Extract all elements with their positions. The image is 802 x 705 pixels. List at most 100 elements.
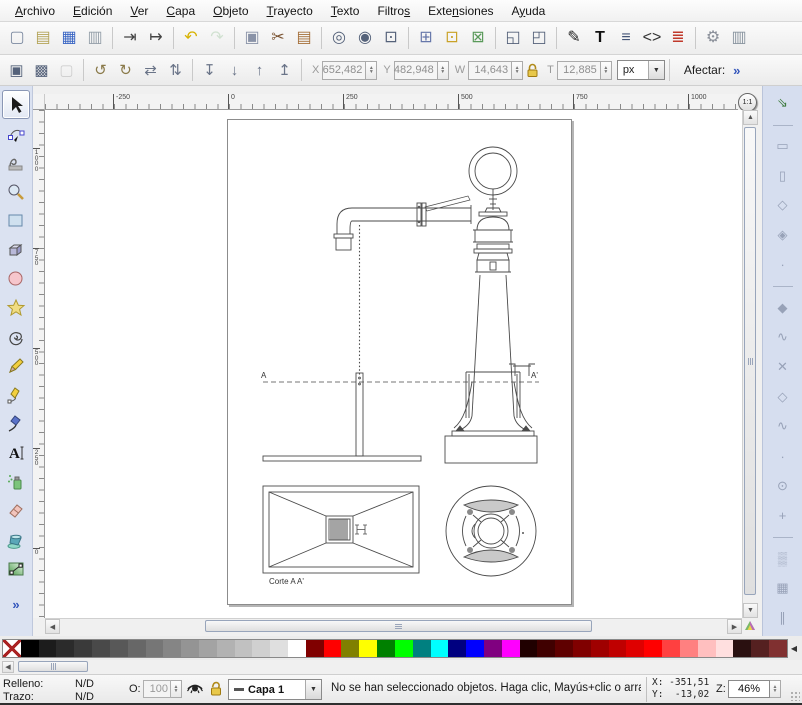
- color-management-toggle-icon[interactable]: [742, 618, 757, 633]
- scroll-down-icon[interactable]: ▼: [743, 603, 758, 618]
- zoom-drawing-icon[interactable]: ◉: [352, 25, 378, 51]
- snap-bbox-centers-icon[interactable]: ∙: [771, 254, 795, 277]
- resize-grip[interactable]: [790, 691, 800, 701]
- rectangle-tool[interactable]: [2, 206, 30, 235]
- snap-grid-icon[interactable]: ▦: [771, 577, 795, 600]
- export-icon[interactable]: ↦: [143, 25, 169, 51]
- color-swatch[interactable]: [217, 640, 235, 657]
- flip-horizontal-icon[interactable]: ⇄: [138, 58, 163, 82]
- menu-extensiones[interactable]: Extensiones: [419, 1, 502, 21]
- color-swatch[interactable]: [288, 640, 306, 657]
- snap-rotation-centers-icon[interactable]: +: [771, 504, 795, 527]
- scroll-right-icon[interactable]: ▶: [727, 619, 742, 634]
- undo-icon[interactable]: ↶: [178, 25, 204, 51]
- snap-object-centers-icon[interactable]: ⊙: [771, 475, 795, 498]
- color-swatch[interactable]: [199, 640, 217, 657]
- spiral-tool[interactable]: [2, 322, 30, 351]
- color-swatch[interactable]: [555, 640, 573, 657]
- color-swatch[interactable]: [751, 640, 769, 657]
- rotate-cw-icon[interactable]: ↻: [113, 58, 138, 82]
- eraser-tool[interactable]: [2, 496, 30, 525]
- palette-scrollbar-thumb[interactable]: [18, 661, 88, 672]
- snap-midpoints-icon[interactable]: ∙: [771, 445, 795, 468]
- raise-one-step-icon[interactable]: ↑: [247, 58, 272, 82]
- canvas[interactable]: A A' Corte A A': [45, 110, 742, 618]
- select-all-layers-icon[interactable]: ▩: [29, 58, 54, 82]
- color-swatch[interactable]: [163, 640, 181, 657]
- menu-objeto[interactable]: Objeto: [204, 1, 257, 21]
- zoom-tool[interactable]: [2, 177, 30, 206]
- new-document-icon[interactable]: ▢: [4, 25, 30, 51]
- fill-value[interactable]: N/D: [75, 678, 94, 690]
- toolbox-more-chevron[interactable]: »: [12, 597, 19, 612]
- select-all-icon[interactable]: ▣: [4, 58, 29, 82]
- color-swatch[interactable]: [74, 640, 92, 657]
- rotate-ccw-icon[interactable]: ↺: [88, 58, 113, 82]
- color-swatch[interactable]: [181, 640, 199, 657]
- menu-ver[interactable]: Ver: [121, 1, 157, 21]
- document-properties-icon[interactable]: ▥: [726, 25, 752, 51]
- color-swatch[interactable]: [324, 640, 342, 657]
- color-swatch[interactable]: [395, 640, 413, 657]
- preferences-icon[interactable]: ⚙: [700, 25, 726, 51]
- color-swatch[interactable]: [466, 640, 484, 657]
- xml-editor-icon[interactable]: <>: [639, 25, 665, 51]
- fill-stroke-dialog-icon[interactable]: ✎: [561, 25, 587, 51]
- color-swatch[interactable]: [680, 640, 698, 657]
- snap-page-border-icon[interactable]: ▒: [771, 547, 795, 570]
- color-swatch[interactable]: [92, 640, 110, 657]
- gradient-tool[interactable]: [2, 554, 30, 583]
- color-swatch[interactable]: [698, 640, 716, 657]
- layer-lock-icon[interactable]: [209, 680, 223, 699]
- zoom-selection-icon[interactable]: ◎: [326, 25, 352, 51]
- snap-bbox-corners-icon[interactable]: ◇: [771, 194, 795, 217]
- menu-trayecto[interactable]: Trayecto: [258, 1, 322, 21]
- menu-edicion[interactable]: Edición: [64, 1, 121, 21]
- scroll-up-icon[interactable]: ▲: [743, 110, 758, 125]
- create-clone-icon[interactable]: ⊡: [439, 25, 465, 51]
- layer-selector[interactable]: Capa 1 ▼: [228, 679, 322, 700]
- palette-scroll-left-icon[interactable]: ◀: [788, 644, 800, 653]
- snap-guides-icon[interactable]: ∥: [771, 606, 795, 629]
- color-swatch[interactable]: [573, 640, 591, 657]
- color-swatch[interactable]: [431, 640, 449, 657]
- snap-nodes-icon[interactable]: ◆: [771, 296, 795, 319]
- raise-to-top-icon[interactable]: ↥: [272, 58, 297, 82]
- color-swatch[interactable]: [146, 640, 164, 657]
- stroke-value[interactable]: N/D: [75, 691, 94, 703]
- ungroup-icon[interactable]: ◰: [526, 25, 552, 51]
- color-swatch[interactable]: [733, 640, 751, 657]
- y-field[interactable]: 482,948▲▼: [394, 61, 449, 80]
- cut-icon[interactable]: ✂: [265, 25, 291, 51]
- pencil-tool[interactable]: [2, 351, 30, 380]
- layer-visibility-eye-icon[interactable]: [186, 680, 204, 699]
- menu-ayuda[interactable]: Ayuda: [503, 1, 555, 21]
- redo-icon[interactable]: ↷: [204, 25, 230, 51]
- document-page[interactable]: A A' Corte A A': [227, 119, 572, 605]
- text-tool[interactable]: A: [2, 438, 30, 467]
- lower-one-step-icon[interactable]: ↓: [222, 58, 247, 82]
- color-swatch[interactable]: [520, 640, 538, 657]
- menu-texto[interactable]: Texto: [322, 1, 369, 21]
- scroll-left-icon[interactable]: ◀: [45, 619, 60, 634]
- group-icon[interactable]: ◱: [500, 25, 526, 51]
- color-swatch[interactable]: [626, 640, 644, 657]
- box3d-tool[interactable]: [2, 235, 30, 264]
- snap-cusp-nodes-icon[interactable]: ◇: [771, 385, 795, 408]
- snap-to-paths-icon[interactable]: ∿: [771, 326, 795, 349]
- color-swatch[interactable]: [502, 640, 520, 657]
- horizontal-ruler[interactable]: -25002505007501000: [45, 94, 738, 110]
- color-swatch[interactable]: [56, 640, 74, 657]
- color-swatch[interactable]: [110, 640, 128, 657]
- color-swatch[interactable]: [609, 640, 627, 657]
- color-swatch[interactable]: [769, 640, 787, 657]
- palette-scroll-arrow-icon[interactable]: ◀: [2, 661, 14, 673]
- lock-ratio-icon[interactable]: [523, 60, 541, 80]
- align-dialog-icon[interactable]: ≣: [665, 25, 691, 51]
- color-swatch[interactable]: [448, 640, 466, 657]
- vertical-scrollbar-thumb[interactable]: [744, 127, 756, 595]
- calligraphy-tool[interactable]: [2, 409, 30, 438]
- color-swatch[interactable]: [662, 640, 680, 657]
- snap-smooth-nodes-icon[interactable]: ∿: [771, 415, 795, 438]
- unit-select[interactable]: px▼: [617, 60, 665, 80]
